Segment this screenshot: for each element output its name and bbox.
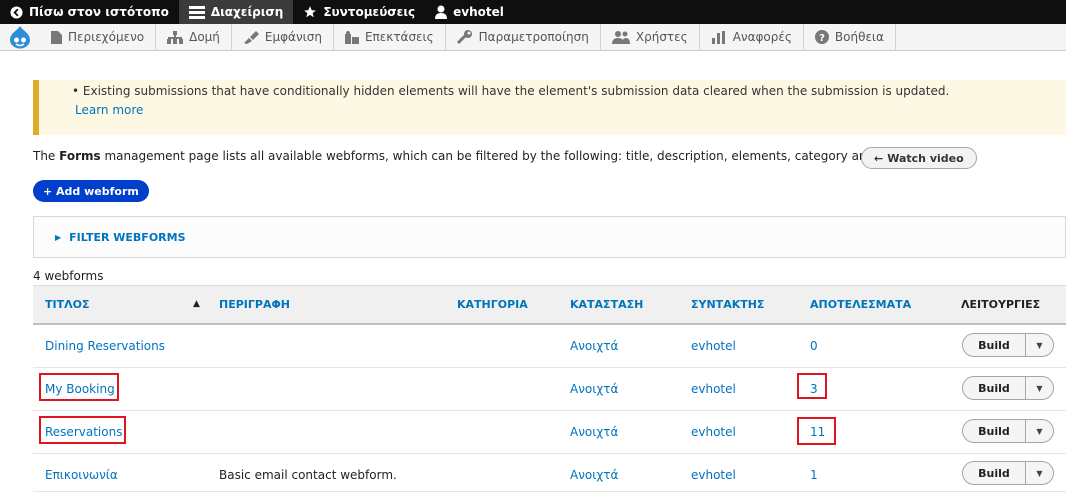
- tray-item-people[interactable]: Χρήστες: [601, 24, 700, 50]
- bullet: •: [72, 84, 83, 98]
- build-button[interactable]: Build: [963, 467, 1025, 480]
- tray-item-label: Βοήθεια: [834, 30, 884, 44]
- build-button[interactable]: Build: [963, 425, 1025, 438]
- webform-author-link[interactable]: evhotel: [691, 468, 736, 482]
- tray-item-help[interactable]: ? Βοήθεια: [804, 24, 896, 50]
- build-dropbutton: Build ▼: [962, 376, 1054, 400]
- table-row: My Booking Ανοιχτά evhotel 3 Build ▼: [33, 368, 1066, 411]
- tray-item-content[interactable]: Περιεχόμενο: [40, 24, 157, 50]
- admin-toolbar: Πίσω στον ιστότοπο Διαχείριση Συντομεύσε…: [0, 0, 1066, 24]
- tray-item-label: Χρήστες: [635, 30, 688, 44]
- webform-title-link[interactable]: My Booking: [45, 382, 115, 396]
- people-icon: [611, 30, 630, 44]
- tray-item-label: Αναφορές: [732, 30, 792, 44]
- triangle-right-icon: ▶: [55, 232, 62, 242]
- page-description: The Forms management page lists all avai…: [33, 149, 919, 163]
- webform-description: Basic email contact webform.: [219, 468, 397, 482]
- chevron-down-icon[interactable]: ▼: [1026, 469, 1053, 478]
- webform-author-link[interactable]: evhotel: [691, 339, 736, 353]
- document-icon: [51, 30, 62, 44]
- tray-item-appearance[interactable]: Εμφάνιση: [232, 24, 334, 50]
- table-row: Dining Reservations Ανοιχτά evhotel 0 Bu…: [33, 325, 1066, 368]
- back-arrow-icon: [10, 5, 23, 19]
- star-icon: [303, 5, 317, 19]
- webform-status-link[interactable]: Ανοιχτά: [570, 425, 618, 439]
- column-header-results[interactable]: ΑΠΟΤΕΛΕΣΜΑΤΑ: [810, 298, 911, 311]
- menu-icon: [188, 5, 205, 19]
- filter-webforms-toggle[interactable]: ▶ FILTER WEBFORMS: [33, 216, 1066, 258]
- puzzle-icon: [344, 30, 359, 44]
- intro-bold: Forms: [59, 149, 101, 163]
- column-header-description[interactable]: ΠΕΡΙΓΡΑΦΗ: [219, 298, 290, 311]
- table-header: ΤΙΤΛΟΣ ▲ ΠΕΡΙΓΡΑΦΗ ΚΑΤΗΓΟΡΙΑ ΚΑΤΑΣΤΑΣΗ Σ…: [33, 285, 1066, 325]
- table-row: Reservations Ανοιχτά evhotel 11 Build ▼: [33, 411, 1066, 454]
- tray-item-label: Επεκτάσεις: [364, 30, 434, 44]
- sort-asc-icon: ▲: [193, 299, 200, 309]
- user-tab[interactable]: evhotel: [425, 0, 514, 24]
- filter-label: FILTER WEBFORMS: [69, 230, 186, 244]
- help-icon: ?: [814, 30, 829, 44]
- manage-label: Διαχείριση: [210, 5, 284, 19]
- column-header-category[interactable]: ΚΑΤΗΓΟΡΙΑ: [457, 298, 528, 311]
- warning-text: Existing submissions that have condition…: [82, 84, 950, 98]
- watch-video-label: Watch video: [887, 151, 964, 165]
- webform-status-link[interactable]: Ανοιχτά: [570, 339, 618, 353]
- tray-item-label: Εμφάνιση: [264, 30, 322, 44]
- tray-item-label: Δομή: [189, 30, 220, 44]
- webform-results-link[interactable]: 3: [810, 382, 818, 396]
- tray-item-label: Περιεχόμενο: [68, 30, 145, 44]
- back-to-site-link[interactable]: Πίσω στον ιστότοπο: [0, 0, 179, 24]
- intro-post: management page lists all available webf…: [100, 149, 919, 163]
- webform-status-link[interactable]: Ανοιχτά: [570, 382, 618, 396]
- chevron-down-icon[interactable]: ▼: [1026, 341, 1053, 350]
- tray-item-structure[interactable]: Δομή: [156, 24, 232, 50]
- user-label: evhotel: [453, 5, 504, 19]
- chevron-down-icon[interactable]: ▼: [1026, 427, 1053, 436]
- webform-count: 4 webforms: [33, 269, 104, 283]
- manage-tab[interactable]: Διαχείριση: [178, 0, 294, 24]
- admin-tray: Περιεχόμενο Δομή Εμφάνιση Επεκτάσεις Παρ…: [0, 24, 1066, 51]
- column-header-operations: ΛΕΙΤΟΥΡΓΙΕΣ: [961, 298, 1041, 311]
- column-header-status[interactable]: ΚΑΤΑΣΤΑΣΗ: [570, 298, 643, 311]
- drupal-logo-icon[interactable]: [0, 24, 40, 50]
- table-row: Επικοινωνία Basic email contact webform.…: [33, 454, 1066, 492]
- tray-item-reports[interactable]: Αναφορές: [700, 24, 804, 50]
- chevron-down-icon[interactable]: ▼: [1026, 384, 1053, 393]
- column-header-author[interactable]: ΣΥΝΤΑΚΤΗΣ: [691, 298, 764, 311]
- wrench-icon: [456, 30, 473, 44]
- tray-item-configuration[interactable]: Παραμετροποίηση: [446, 24, 601, 50]
- build-dropbutton: Build ▼: [962, 419, 1054, 443]
- paintbrush-icon: [243, 30, 259, 44]
- bar-chart-icon: [711, 30, 727, 44]
- back-to-site-label: Πίσω στον ιστότοπο: [29, 5, 169, 19]
- shortcuts-label: Συντομεύσεις: [323, 5, 416, 19]
- add-webform-button[interactable]: + Add webform: [33, 180, 149, 202]
- build-dropbutton: Build ▼: [962, 461, 1054, 485]
- webform-results-link[interactable]: 1: [810, 468, 818, 482]
- webform-title-link[interactable]: Επικοινωνία: [45, 468, 118, 482]
- webform-title-link[interactable]: Dining Reservations: [45, 339, 165, 353]
- watch-video-button[interactable]: ← Watch video: [861, 147, 977, 169]
- webform-title-link[interactable]: Reservations: [45, 425, 122, 439]
- arrow-left-icon: ←: [874, 151, 884, 165]
- svg-text:?: ?: [819, 33, 825, 44]
- shortcuts-tab[interactable]: Συντομεύσεις: [293, 0, 425, 24]
- tray-item-label: Παραμετροποίηση: [478, 30, 589, 44]
- webform-author-link[interactable]: evhotel: [691, 382, 736, 396]
- webform-results-link[interactable]: 0: [810, 339, 818, 353]
- webform-author-link[interactable]: evhotel: [691, 425, 736, 439]
- build-button[interactable]: Build: [963, 382, 1025, 395]
- build-button[interactable]: Build: [963, 339, 1025, 352]
- structure-icon: [167, 30, 184, 44]
- user-icon: [435, 5, 448, 19]
- learn-more-link[interactable]: Learn more: [75, 103, 143, 117]
- webform-results-link[interactable]: 11: [810, 425, 825, 439]
- column-header-title[interactable]: ΤΙΤΛΟΣ: [45, 298, 89, 311]
- intro-pre: The: [33, 149, 60, 163]
- webform-status-link[interactable]: Ανοιχτά: [570, 468, 618, 482]
- build-dropbutton: Build ▼: [962, 333, 1054, 357]
- warning-message: • Existing submissions that have conditi…: [33, 80, 1066, 135]
- tray-item-extend[interactable]: Επεκτάσεις: [334, 24, 446, 50]
